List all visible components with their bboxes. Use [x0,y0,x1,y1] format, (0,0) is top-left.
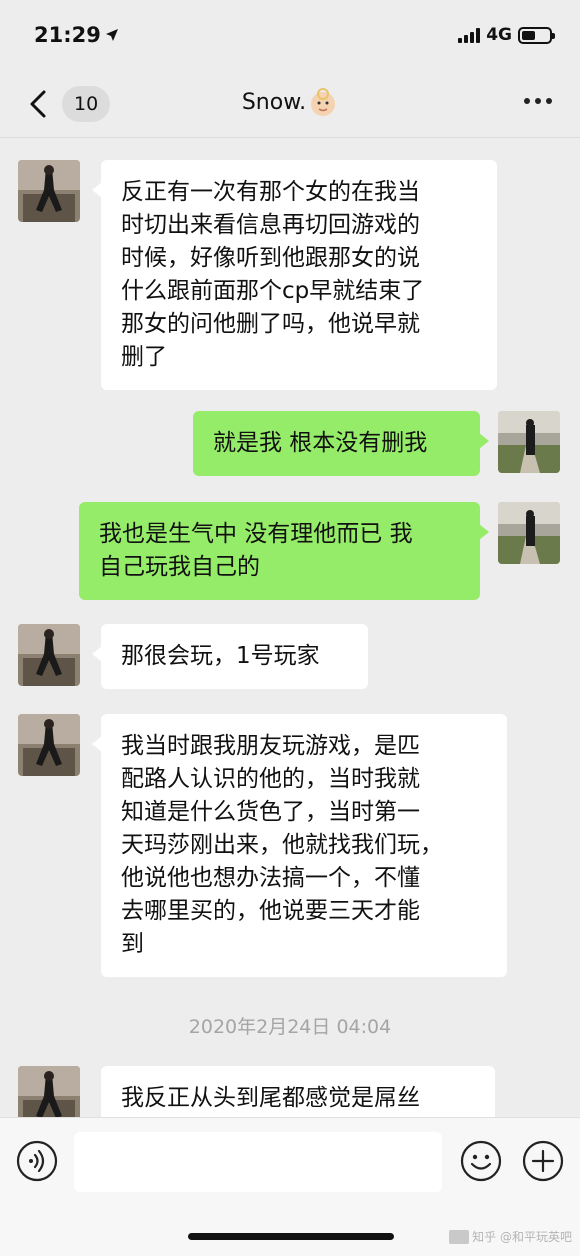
my-avatar[interactable] [498,411,560,473]
message-input[interactable] [74,1132,442,1192]
chat-title: Snow. [0,88,580,118]
message-bubble-incoming[interactable]: 反正有一次有那个女的在我当 时切出来看信息再切回游戏的 时候，好像听到他跟那女的… [92,160,497,390]
baby-emoji-icon [311,88,336,116]
battery-level [522,30,535,40]
status-indicators: 4G [458,25,555,45]
watermark: 知乎 @和平玩英吧 [449,1228,572,1245]
network-label: 4G [486,25,512,45]
battery-icon [518,26,555,44]
home-indicator[interactable] [188,1233,394,1240]
signal-icon [458,27,481,43]
watermark-logo-icon [449,1229,470,1244]
contact-avatar[interactable] [18,624,80,686]
status-bar: 21:29 4G [0,0,580,70]
message-bubble-incoming[interactable]: 那很会玩，1号玩家 [92,624,368,689]
location-arrow-icon [105,29,118,41]
chat-header: 10 Snow. [0,70,580,138]
chat-timestamp: 2020年2月24日 04:04 [188,1016,392,1038]
plus-icon[interactable] [522,1140,564,1182]
message-bubble-incoming[interactable]: 我反正从头到尾都感觉是屌丝 [101,1066,495,1117]
contact-avatar[interactable] [18,160,80,222]
status-time: 21:29 [34,23,119,47]
status-time-text: 21:29 [34,23,101,47]
message-bubble-outgoing[interactable]: 就是我 根本没有删我 [193,411,489,476]
message-bubble-incoming[interactable]: 我当时跟我朋友玩游戏，是匹 配路人认识的他的，当时我就 知道是什么货色了，当时第… [92,714,507,977]
emoji-icon[interactable] [460,1140,502,1182]
voice-icon[interactable] [16,1140,58,1182]
more-options-button[interactable] [524,98,552,104]
my-avatar[interactable] [498,502,560,564]
message-bubble-outgoing[interactable]: 我也是生气中 没有理他而已 我 自己玩我自己的 [79,502,489,600]
contact-avatar[interactable] [18,714,80,776]
more-icon [524,98,530,104]
watermark-text: 知乎 @和平玩英吧 [472,1230,572,1244]
chat-title-text: Snow. [241,90,307,115]
